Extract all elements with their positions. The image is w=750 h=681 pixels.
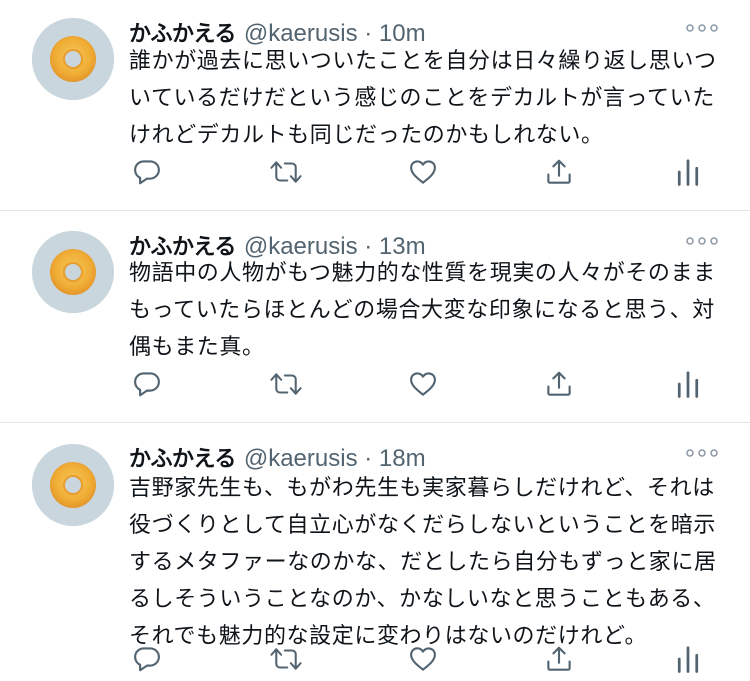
more-options-icon[interactable] xyxy=(684,231,720,251)
analytics-button[interactable] xyxy=(670,641,706,677)
reply-icon xyxy=(134,160,160,185)
like-icon xyxy=(410,372,436,396)
share-button[interactable] xyxy=(541,641,577,677)
like-icon xyxy=(410,160,436,184)
tweet-card[interactable]: かふかえる @kaerusis · 13m 物語中の人物がもつ魅力的な性質を現実の… xyxy=(0,211,750,423)
like-button[interactable] xyxy=(405,366,441,402)
reply-button[interactable] xyxy=(129,154,165,190)
tweet-text: 吉野家先生も、もがわ先生も実家暮らしだけれど、それは役づくりとして自立心がなくだ… xyxy=(129,476,717,649)
retweet-icon xyxy=(270,161,302,183)
tweet-timestamp[interactable]: 18m xyxy=(379,445,426,472)
avatar[interactable] xyxy=(32,231,114,313)
share-button[interactable] xyxy=(541,366,577,402)
donut-avatar-icon xyxy=(32,444,114,526)
tweet-actions xyxy=(129,154,709,190)
share-icon xyxy=(547,159,571,184)
avatar[interactable] xyxy=(32,444,114,526)
tweet-actions xyxy=(129,641,709,677)
tweet-text: 誰かが過去に思いついたことを自分は日々繰り返し思いついているだけだという感じのこ… xyxy=(129,49,717,148)
retweet-icon xyxy=(270,373,302,395)
more-options-icon[interactable] xyxy=(684,18,720,38)
avatar[interactable] xyxy=(32,18,114,100)
analytics-button[interactable] xyxy=(670,366,706,402)
like-button[interactable] xyxy=(405,641,441,677)
retweet-icon xyxy=(270,648,302,670)
retweet-button[interactable] xyxy=(268,641,304,677)
share-icon xyxy=(547,371,571,396)
more-options-icon[interactable] xyxy=(684,443,720,463)
separator-dot: · xyxy=(364,445,373,472)
author-name[interactable]: かふかえる xyxy=(129,447,236,472)
analytics-icon xyxy=(677,646,699,673)
author-handle[interactable]: @kaerusis xyxy=(244,445,358,472)
tweet-card[interactable]: かふかえる @kaerusis · 10m 誰かが過去に思いついたことを自分は日々… xyxy=(0,0,750,211)
like-icon xyxy=(410,647,436,671)
reply-icon xyxy=(134,647,160,672)
tweet-card[interactable]: かふかえる @kaerusis · 18m 吉野家先生も、もがわ先生も実家暮らしだ… xyxy=(0,423,750,681)
donut-avatar-icon xyxy=(32,231,114,313)
share-icon xyxy=(547,646,571,671)
reply-icon xyxy=(134,372,160,397)
tweet-text: 物語中の人物がもつ魅力的な性質を現実の人々がそのままもっていたらほとんどの場合大… xyxy=(129,261,716,360)
tweet-actions xyxy=(129,366,709,402)
retweet-button[interactable] xyxy=(268,366,304,402)
reply-button[interactable] xyxy=(129,641,165,677)
retweet-button[interactable] xyxy=(268,154,304,190)
donut-avatar-icon xyxy=(32,18,114,100)
analytics-icon xyxy=(677,371,699,398)
like-button[interactable] xyxy=(405,154,441,190)
reply-button[interactable] xyxy=(129,366,165,402)
share-button[interactable] xyxy=(541,154,577,190)
analytics-icon xyxy=(677,159,699,186)
analytics-button[interactable] xyxy=(670,154,706,190)
